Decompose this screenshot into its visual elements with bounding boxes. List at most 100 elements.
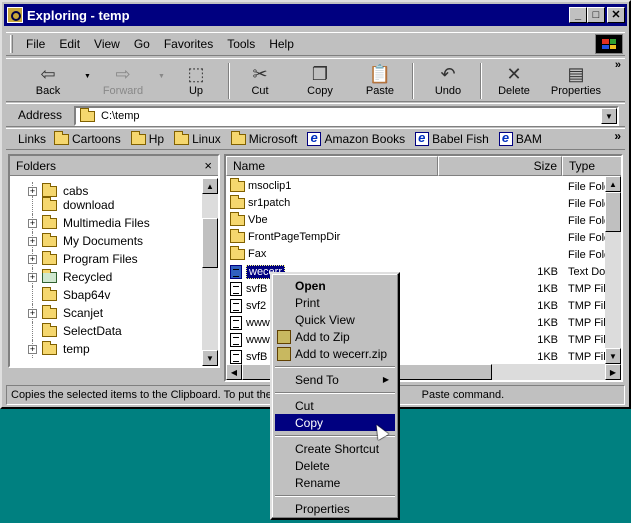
tree-item-scanjet[interactable]: + Scanjet <box>10 304 200 322</box>
title-bar[interactable]: Exploring - temp _ □ ✕ <box>4 4 627 26</box>
toolbar-separator <box>480 63 482 99</box>
expand-icon[interactable]: + <box>28 254 37 264</box>
expand-icon[interactable]: + <box>28 186 37 196</box>
menu-item-delete[interactable]: Delete <box>275 457 395 474</box>
menu-item-label: Print <box>295 295 320 310</box>
files-vertical-scrollbar[interactable]: ▲ ▼ <box>605 176 621 364</box>
file-name: svf2 <box>246 300 267 312</box>
toolbar-more-chevron[interactable]: » <box>615 59 621 71</box>
properties-button[interactable]: ▤ Properties <box>546 61 606 101</box>
address-label: Address <box>18 108 63 122</box>
menu-item-open[interactable]: Open <box>275 277 395 294</box>
scroll-up-icon[interactable]: ▲ <box>202 178 218 194</box>
link-cartoons[interactable]: Cartoons <box>54 130 121 146</box>
menu-item-label: Send To <box>295 372 339 387</box>
link-linux[interactable]: Linux <box>174 130 221 146</box>
folders-vertical-scrollbar[interactable]: ▲ ▼ <box>202 178 218 366</box>
file-row[interactable]: Vbe File Fold <box>226 211 621 230</box>
menu-item-quick-view[interactable]: Quick View <box>275 311 395 328</box>
scroll-right-icon[interactable]: ▶ <box>605 364 621 380</box>
scroll-up-icon[interactable]: ▲ <box>605 176 621 192</box>
paste-label: Paste <box>365 85 395 97</box>
address-value: C:\temp <box>101 110 140 122</box>
copy-button[interactable]: ❐ Copy <box>302 61 338 101</box>
file-row[interactable]: FrontPageTempDir File Fold <box>226 228 621 247</box>
expand-icon[interactable]: + <box>28 218 37 228</box>
menu-item-add-to-wecerr-zip[interactable]: Add to wecerr.zip <box>275 345 395 362</box>
expand-icon[interactable]: + <box>28 272 37 282</box>
file-name: Vbe <box>248 214 268 226</box>
back-button[interactable]: ⇦ Back <box>28 61 68 101</box>
back-arrow-icon: ⇦ <box>40 64 56 84</box>
menu-item-create-shortcut[interactable]: Create Shortcut <box>275 440 395 457</box>
close-button[interactable]: ✕ <box>607 7 625 23</box>
tree-item-recycled[interactable]: + Recycled <box>10 268 200 286</box>
links-label: Links <box>18 132 47 146</box>
menu-item-properties[interactable]: Properties <box>275 500 395 517</box>
menu-file[interactable]: File <box>19 37 52 51</box>
folder-icon <box>230 177 245 192</box>
menu-item-print[interactable]: Print <box>275 294 395 311</box>
expand-icon[interactable]: + <box>28 344 37 354</box>
expand-icon[interactable]: + <box>28 308 37 318</box>
address-input[interactable]: C:\temp ▼ <box>74 106 619 126</box>
scroll-down-icon[interactable]: ▼ <box>202 350 218 366</box>
menu-item-cut[interactable]: Cut <box>275 397 395 414</box>
column-header-name[interactable]: Name <box>226 156 438 176</box>
up-button[interactable]: ⬚ Up <box>178 61 214 101</box>
menu-favorites[interactable]: Favorites <box>157 37 220 51</box>
scroll-left-icon[interactable]: ◀ <box>226 364 242 380</box>
delete-button[interactable]: ✕ Delete <box>494 61 534 101</box>
links-more-chevron[interactable]: » <box>614 129 621 143</box>
file-name: sr1patch <box>248 197 291 209</box>
maximize-button[interactable]: □ <box>587 7 605 23</box>
tree-item-temp[interactable]: + temp <box>10 340 200 358</box>
link-amazon-books[interactable]: Amazon Books <box>307 130 405 146</box>
menu-tools[interactable]: Tools <box>220 37 262 51</box>
column-header-size[interactable]: Size <box>438 156 562 176</box>
minimize-button[interactable]: _ <box>569 7 587 23</box>
scroll-down-icon[interactable]: ▼ <box>605 348 621 364</box>
tree-item-my-documents[interactable]: + My Documents <box>10 232 200 250</box>
menu-help[interactable]: Help <box>262 37 301 51</box>
forward-dropdown-icon[interactable]: ▼ <box>158 73 165 80</box>
scroll-thumb[interactable] <box>605 192 621 232</box>
menu-edit[interactable]: Edit <box>52 37 87 51</box>
file-row[interactable]: Fax File Fold <box>226 245 621 264</box>
undo-button[interactable]: ↶ Undo <box>428 61 468 101</box>
tree-item-program-files[interactable]: + Program Files <box>10 250 200 268</box>
tree-item-sbap64v[interactable]: Sbap64v <box>10 286 200 304</box>
link-bam[interactable]: BAM <box>498 130 542 146</box>
tree-line <box>32 196 33 214</box>
back-dropdown-icon[interactable]: ▼ <box>84 73 91 80</box>
file-row[interactable]: sr1patch File Fold <box>226 194 621 213</box>
close-folders-icon[interactable]: × <box>204 158 212 173</box>
link-hp[interactable]: Hp <box>130 130 164 146</box>
menu-item-send-to[interactable]: Send To ▶ <box>275 371 395 388</box>
menu-item-label: Add to Zip <box>295 329 350 344</box>
file-size: 1KB <box>537 351 558 363</box>
menu-item-label: Properties <box>295 501 350 516</box>
file-row[interactable]: msoclip1 File Fold <box>226 177 621 196</box>
forward-label: Forward <box>102 85 144 97</box>
expand-icon[interactable]: + <box>28 236 37 246</box>
tree-line <box>32 286 33 304</box>
tree-item-download[interactable]: download <box>10 196 200 214</box>
column-header-type[interactable]: Type <box>562 156 621 176</box>
address-dropdown-icon[interactable]: ▼ <box>601 108 617 124</box>
tree-item-multimedia-files[interactable]: + Multimedia Files <box>10 214 200 232</box>
forward-button[interactable]: ⇨ Forward <box>98 61 148 101</box>
link-microsoft[interactable]: Microsoft <box>230 130 297 146</box>
menu-view[interactable]: View <box>87 37 127 51</box>
menu-item-rename[interactable]: Rename <box>275 474 395 491</box>
links-bar: Links Cartoons Hp Linux Microsoft Amazon… <box>6 128 625 150</box>
menu-item-add-to-zip[interactable]: Add to Zip <box>275 328 395 345</box>
tree-item-label: download <box>63 198 115 212</box>
menu-go[interactable]: Go <box>127 37 157 51</box>
paste-button[interactable]: 📋 Paste <box>362 61 398 101</box>
link-label: Babel Fish <box>432 132 489 146</box>
scroll-thumb[interactable] <box>202 218 218 268</box>
tree-item-selectdata[interactable]: SelectData <box>10 322 200 340</box>
link-babel-fish[interactable]: Babel Fish <box>415 130 489 146</box>
cut-button[interactable]: ✂ Cut <box>242 61 278 101</box>
